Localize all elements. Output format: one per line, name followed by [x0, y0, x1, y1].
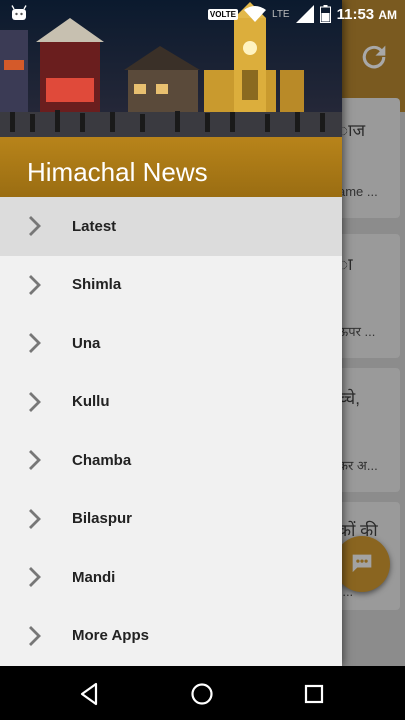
menu-item-kullu[interactable]: Kullu: [0, 373, 342, 432]
chevron-right-icon: [29, 333, 41, 354]
back-icon[interactable]: [76, 680, 104, 708]
menu-item-more-apps[interactable]: More Apps: [0, 607, 342, 666]
drawer-title-bar: Himachal News: [0, 137, 342, 197]
menu-item-shimla[interactable]: Shimla: [0, 256, 342, 315]
chevron-right-icon: [29, 216, 41, 237]
menu-item-label: Mandi: [72, 568, 116, 586]
menu-item-mandi[interactable]: Mandi: [0, 548, 342, 607]
chevron-right-icon: [29, 391, 41, 412]
menu-item-chamba[interactable]: Chamba: [0, 431, 342, 490]
chat-icon: [352, 554, 372, 573]
network-label: LTE: [272, 8, 290, 20]
menu-item-bilaspur[interactable]: Bilaspur: [0, 490, 342, 549]
drawer-title: Himachal News: [27, 157, 208, 187]
status-bar: VOLTE LTE 11:53 AM: [0, 0, 405, 28]
menu-item-label: Chamba: [72, 451, 132, 469]
refresh-icon[interactable]: [357, 40, 391, 74]
chevron-right-icon: [29, 625, 41, 646]
chat-fab-button[interactable]: [334, 536, 390, 592]
android-notification-icon: [11, 5, 27, 20]
chevron-right-icon: [29, 274, 41, 295]
drawer-menu: Latest Shimla Una Kullu Chamba Bilaspur …: [0, 197, 342, 665]
menu-item-label: Bilaspur: [72, 510, 133, 528]
news-card-desc: ऊपर ...: [338, 324, 376, 339]
volte-badge: VOLTE: [207, 8, 238, 20]
news-card-title: ाज: [338, 121, 366, 140]
drawer-header: Himachal News: [0, 0, 342, 197]
menu-item-label: Kullu: [72, 393, 110, 411]
menu-item-label: Shimla: [72, 276, 122, 294]
system-navigation-bar: [0, 666, 405, 720]
recent-apps-icon[interactable]: [300, 680, 328, 708]
home-icon[interactable]: [188, 680, 216, 708]
news-card-desc: ame ...: [338, 184, 378, 199]
menu-item-label: Latest: [72, 217, 117, 235]
navigation-drawer: Himachal News Latest Shimla Una Kullu Ch…: [0, 0, 342, 666]
chevron-right-icon: [29, 450, 41, 471]
wifi-icon: [244, 6, 266, 22]
chevron-right-icon: [29, 567, 41, 588]
battery-icon: [319, 5, 331, 23]
news-card-desc: कर अ...: [338, 458, 378, 473]
menu-item-una[interactable]: Una: [0, 314, 342, 373]
clock: 11:53 AM: [336, 5, 397, 23]
signal-icon: [295, 5, 314, 23]
menu-item-label: Una: [72, 334, 101, 352]
menu-item-latest[interactable]: Latest: [0, 197, 342, 256]
chevron-right-icon: [29, 508, 41, 529]
menu-item-label: More Apps: [72, 627, 149, 645]
